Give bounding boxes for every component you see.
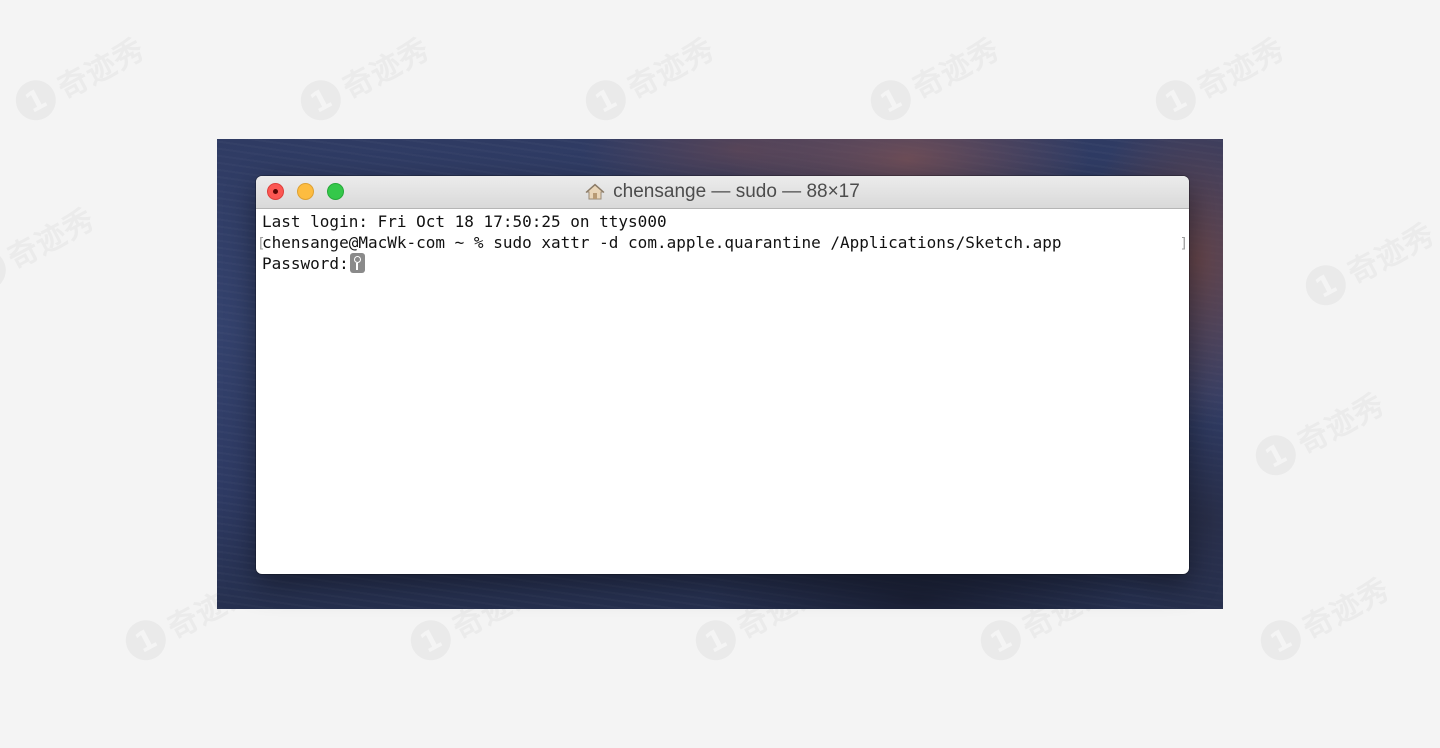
watermark-text: 奇迹秀 <box>52 32 151 107</box>
watermark-logo: 1 <box>0 243 13 298</box>
watermark-text: 奇迹秀 <box>1292 387 1391 462</box>
window-title: chensange — sudo — 88×17 <box>256 176 1189 208</box>
watermark-text: 奇迹秀 <box>1297 572 1396 647</box>
watermark-logo: 1 <box>863 73 918 128</box>
watermark: 1 奇迹秀 <box>1253 565 1396 669</box>
watermark-text: 奇迹秀 <box>907 32 1006 107</box>
watermark-logo: 1 <box>688 613 743 668</box>
watermark-text: 奇迹秀 <box>337 32 436 107</box>
window-title-text: chensange — sudo — 88×17 <box>613 181 860 202</box>
watermark-logo: 1 <box>293 73 348 128</box>
watermark-text: 奇迹秀 <box>1192 32 1291 107</box>
terminal-line-password[interactable]: Password: <box>262 253 1189 274</box>
watermark-logo: 1 <box>1148 73 1203 128</box>
watermark: 1 奇迹秀 <box>863 25 1006 129</box>
watermark: 1 奇迹秀 <box>1248 380 1391 484</box>
watermark-logo: 1 <box>1298 258 1353 313</box>
watermark-logo: 1 <box>1253 613 1308 668</box>
watermark: 1 奇迹秀 <box>578 25 721 129</box>
watermark-text: 奇迹秀 <box>2 202 101 277</box>
watermark-logo: 1 <box>118 613 173 668</box>
watermark: 1 奇迹秀 <box>8 25 151 129</box>
line-mark-left: [ <box>257 236 266 252</box>
home-icon <box>585 183 605 200</box>
watermark-text: 奇迹秀 <box>622 32 721 107</box>
terminal-line-command: chensange@MacWk-com ~ % sudo xattr -d co… <box>262 233 1062 252</box>
watermark-logo: 1 <box>8 73 63 128</box>
watermark-logo: 1 <box>403 613 458 668</box>
watermark: 1 奇迹秀 <box>0 195 101 299</box>
watermark-logo: 1 <box>973 613 1028 668</box>
terminal-line-login: Last login: Fri Oct 18 17:50:25 on ttys0… <box>262 212 667 231</box>
terminal-window[interactable]: chensange — sudo — 88×17 [ ] Last login:… <box>256 176 1189 574</box>
terminal-content[interactable]: [ ] Last login: Fri Oct 18 17:50:25 on t… <box>256 209 1189 574</box>
watermark-logo: 1 <box>578 73 633 128</box>
watermark: 1 奇迹秀 <box>1148 25 1291 129</box>
watermark: 1 奇迹秀 <box>1298 210 1440 314</box>
watermark: 1 奇迹秀 <box>293 25 436 129</box>
line-mark-right: ] <box>1179 236 1188 252</box>
page: 1 奇迹秀 1 奇迹秀 1 奇迹秀 1 奇迹秀 1 奇迹秀 1 奇迹秀 1 奇迹… <box>0 0 1440 748</box>
watermark-text: 奇迹秀 <box>1342 217 1440 292</box>
password-prompt: Password: <box>262 254 349 273</box>
watermark-logo: 1 <box>1248 428 1303 483</box>
title-bar[interactable]: chensange — sudo — 88×17 <box>256 176 1189 209</box>
key-icon <box>349 253 365 273</box>
